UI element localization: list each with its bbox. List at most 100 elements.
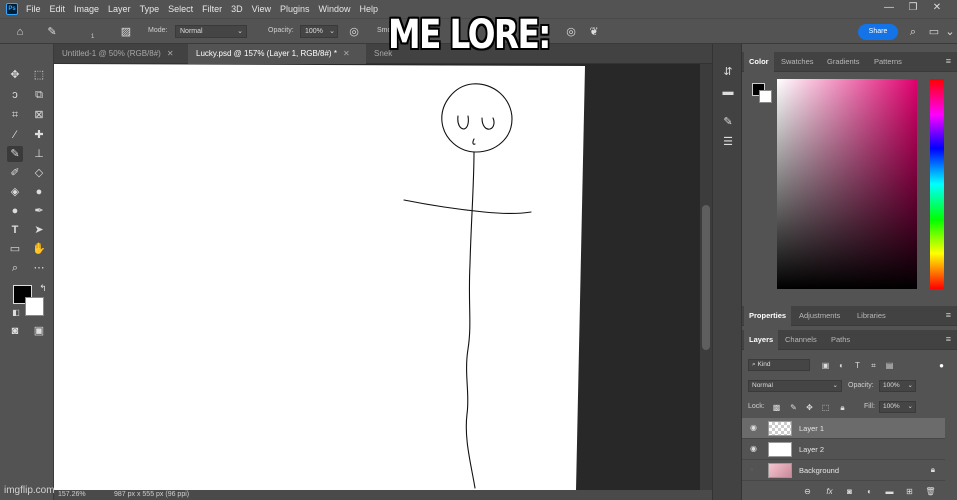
menu-3d[interactable]: 3D — [231, 4, 243, 14]
lock-image-icon[interactable]: ✎ — [788, 402, 799, 413]
link-layers-icon[interactable]: ⊖ — [802, 486, 813, 497]
close-tab-icon[interactable]: ✕ — [343, 49, 350, 58]
hue-slider[interactable] — [930, 79, 944, 289]
eyedropper-icon[interactable]: ⁄ — [7, 127, 23, 143]
eraser-icon[interactable]: ◇ — [31, 165, 47, 181]
adjust-panel-icon[interactable]: ☰ — [720, 134, 736, 150]
filter-pixel-icon[interactable]: ▣ — [820, 360, 831, 371]
type-icon[interactable]: T — [7, 222, 23, 238]
filter-toggle-icon[interactable]: ● — [936, 360, 947, 371]
menu-help[interactable]: Help — [360, 4, 379, 14]
zoom-readout[interactable]: 157.26% — [58, 491, 86, 498]
tab-swatches[interactable]: Swatches — [776, 52, 819, 72]
tab-channels[interactable]: Channels — [780, 330, 822, 350]
hand-icon[interactable]: ✋ — [31, 241, 47, 257]
blur-icon[interactable]: ● — [31, 184, 47, 200]
history-panel-icon[interactable]: ⇵ — [720, 64, 736, 80]
move-icon[interactable]: ✥ — [7, 67, 23, 83]
new-group-icon[interactable]: ▬ — [884, 486, 895, 497]
hidden-eye-icon[interactable]: ▫ — [750, 465, 753, 474]
menu-image[interactable]: Image — [74, 4, 99, 14]
mode-select[interactable]: Normal ⌄ — [175, 25, 247, 38]
pressure-opacity-icon[interactable]: ◎ — [346, 24, 362, 40]
clone-stamp-icon[interactable]: ⊥ — [31, 146, 47, 162]
marquee-icon[interactable]: ⬚ — [31, 67, 47, 83]
add-mask-icon[interactable]: ◙ — [844, 486, 855, 497]
menu-plugins[interactable]: Plugins — [280, 4, 310, 14]
menu-filter[interactable]: Filter — [202, 4, 222, 14]
vertical-scroll-thumb[interactable] — [702, 205, 710, 350]
saturation-value-picker[interactable] — [777, 79, 917, 289]
more-tools-icon[interactable]: ⋯ — [31, 260, 47, 276]
lock-all-icon[interactable]: 🔒︎ — [837, 402, 848, 413]
zoom-icon[interactable]: ⌕ — [7, 260, 23, 276]
tab-lucky[interactable]: Lucky.psd @ 157% (Layer 1, RGB/8#) * ✕ — [188, 44, 366, 64]
screen-mode-icon[interactable]: ▣ — [31, 323, 47, 339]
panel-menu-icon[interactable]: ≡ — [946, 334, 951, 344]
close-tab-icon[interactable]: ✕ — [167, 49, 174, 58]
menu-select[interactable]: Select — [168, 4, 193, 14]
swap-colors-icon[interactable]: ↰ — [35, 280, 51, 296]
photoshop-logo-icon[interactable]: Ps — [6, 3, 18, 15]
tab-layers[interactable]: Layers — [744, 330, 779, 350]
eye-icon[interactable]: ◉ — [750, 444, 757, 453]
menu-type[interactable]: Type — [140, 4, 160, 14]
pencil-icon[interactable]: ✎ — [7, 146, 23, 162]
frame-icon[interactable]: ⊠ — [31, 107, 47, 123]
background-color-chip[interactable] — [759, 90, 772, 103]
object-select-icon[interactable]: ⧉ — [31, 87, 47, 103]
filter-adjustment-icon[interactable]: ◐ — [836, 360, 847, 371]
share-button[interactable]: Share — [858, 24, 898, 40]
background-color-swatch[interactable] — [25, 297, 44, 316]
dodge-icon[interactable]: ● — [7, 203, 23, 219]
layer-opacity-field[interactable]: 100% ⌄ — [879, 380, 916, 392]
pressure-size-icon[interactable]: ◎ — [563, 24, 579, 40]
lock-transparent-icon[interactable]: ▩ — [771, 402, 782, 413]
layer-row-background[interactable]: ▫ Background 🔒︎ — [742, 460, 945, 481]
layer-row-layer-1[interactable]: ◉ Layer 1 — [742, 418, 945, 439]
menu-edit[interactable]: Edit — [50, 4, 66, 14]
menu-file[interactable]: File — [26, 4, 41, 14]
new-layer-icon[interactable]: ⊞ — [904, 486, 915, 497]
layer-filter-kind[interactable]: ⌕ Kind — [748, 359, 810, 371]
minimize-button[interactable]: — — [876, 2, 902, 13]
quick-mask-icon[interactable]: ◙ — [7, 323, 23, 339]
paint-bucket-icon[interactable]: ◈ — [7, 184, 23, 200]
brushes-panel-icon[interactable]: ✎ — [720, 114, 736, 130]
workspace-icon[interactable]: ▭ — [926, 24, 942, 40]
tab-paths[interactable]: Paths — [826, 330, 855, 350]
tab-color[interactable]: Color — [744, 52, 774, 72]
history-brush-icon[interactable]: ✐ — [7, 165, 23, 181]
home-icon[interactable]: ⌂ — [12, 24, 28, 40]
eye-icon[interactable]: ◉ — [750, 423, 757, 432]
pen-icon[interactable]: ✒ — [31, 203, 47, 219]
default-colors-icon[interactable]: ◧ — [8, 305, 24, 321]
search-icon[interactable]: ⌕ — [905, 24, 921, 40]
menu-window[interactable]: Window — [319, 4, 351, 14]
tab-untitled[interactable]: Untitled-1 @ 50% (RGB/8#) ✕ — [54, 44, 188, 64]
filter-shape-icon[interactable]: ⌗ — [868, 360, 879, 371]
panel-menu-icon[interactable]: ≡ — [946, 56, 951, 66]
canvas-area[interactable] — [54, 64, 700, 490]
brush-settings-icon[interactable]: ▨ — [118, 24, 134, 40]
lasso-icon[interactable]: ↄ — [7, 87, 23, 103]
filter-type-icon[interactable]: T — [852, 360, 863, 371]
blend-mode-select[interactable]: Normal ⌄ — [748, 380, 842, 392]
tab-adjustments[interactable]: Adjustments — [794, 306, 845, 326]
symmetry-icon[interactable]: ❦ — [586, 24, 602, 40]
layer-row-layer-2[interactable]: ◉ Layer 2 — [742, 439, 945, 460]
tab-libraries[interactable]: Libraries — [852, 306, 891, 326]
opacity-field[interactable]: 100% ⌄ — [300, 25, 338, 38]
chevron-down-icon[interactable]: ⌄ — [942, 24, 957, 40]
panel-menu-icon[interactable]: ≡ — [946, 310, 951, 320]
lock-artboard-icon[interactable]: ⬚ — [820, 402, 831, 413]
fx-icon[interactable]: fx — [824, 486, 835, 497]
menu-layer[interactable]: Layer — [108, 4, 131, 14]
tab-gradients[interactable]: Gradients — [822, 52, 865, 72]
document-canvas[interactable] — [54, 64, 585, 490]
healing-brush-icon[interactable]: ✚ — [31, 127, 47, 143]
restore-button[interactable]: ❐ — [900, 2, 926, 13]
comments-panel-icon[interactable]: ▬ — [720, 84, 736, 100]
brush-preset-icon[interactable]: ✎ — [44, 24, 60, 40]
tab-patterns[interactable]: Patterns — [869, 52, 907, 72]
